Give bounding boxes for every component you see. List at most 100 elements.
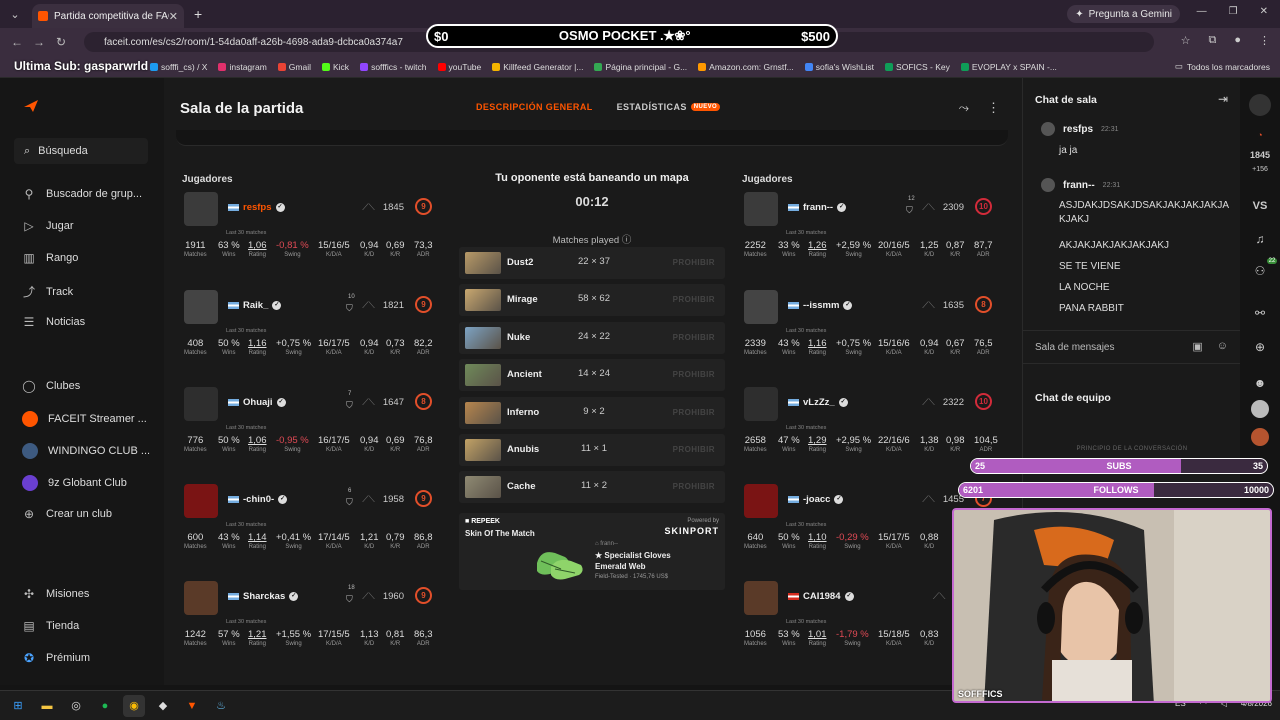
user-icon[interactable]: ☻ [1240, 376, 1280, 390]
search-button[interactable]: ⌕ Búsqueda [14, 138, 148, 164]
player-card[interactable]: --issmm ✓ ⟋⟍ 1635 8 Last 30 matches 2339 Matche… [740, 288, 1002, 372]
map-row-ancient[interactable]: Ancient 14 × 24 PROHIBIR [459, 359, 725, 392]
map-row-dust2[interactable]: Dust2 22 × 37 PROHIBIR [459, 247, 725, 279]
party-icon[interactable]: ⚇ [1240, 264, 1280, 278]
friends-icon[interactable]: ⚯ [1240, 306, 1280, 320]
menu-kebab-icon[interactable]: ⋮ [1259, 34, 1270, 47]
ban-map-button[interactable]: PROHIBIR [673, 370, 715, 379]
faceit-logo-icon[interactable] [24, 100, 38, 112]
bookmark-star-icon[interactable]: ☆ [1181, 34, 1191, 47]
player-card[interactable]: Ohuaji ✓ 7 ⛉ ⟋⟍ 1647 8 Last 30 matches 776 Matche… [180, 385, 442, 469]
player-name[interactable]: CAI1984 ✓ [788, 591, 854, 602]
player-name[interactable]: resfps ✓ [228, 202, 285, 213]
map-row-nuke[interactable]: Nuke 24 × 22 PROHIBIR [459, 321, 725, 354]
nav-clubs[interactable]: ◯ Clubes [22, 379, 80, 393]
map-row-mirage[interactable]: Mirage 58 × 62 PROHIBIR [459, 284, 725, 317]
club-9z[interactable]: 9z Globant Club [22, 475, 127, 491]
player-name[interactable]: Ohuaji ✓ [228, 397, 286, 408]
gemini-button[interactable]: ✦ Pregunta a Gemini [1067, 5, 1180, 23]
nav-play[interactable]: ▷ Jugar [22, 219, 73, 233]
player-name[interactable]: -joacc ✓ [788, 494, 844, 505]
app-icon[interactable]: ◆ [152, 695, 174, 717]
emoji-icon[interactable]: ☺ [1217, 340, 1228, 353]
bookmark-item[interactable]: Página principal - G... [594, 62, 687, 72]
player-card[interactable]: -chin0- ✓ 6 ⛉ ⟋⟍ 1958 9 Last 30 matches 600 Match… [180, 482, 442, 566]
avatar[interactable] [1240, 94, 1280, 118]
reload-icon[interactable]: ↻ [50, 35, 72, 49]
map-row-inferno[interactable]: Inferno 9 × 2 PROHIBIR [459, 396, 725, 429]
skin-of-match-card[interactable]: ■ REPEEK Skin Of The Match Powered by SK… [459, 513, 725, 590]
share-icon[interactable]: ⤳ [959, 100, 969, 116]
rail-vs[interactable]: VS [1240, 200, 1280, 212]
nav-track[interactable]: ⤴ Track [22, 283, 73, 300]
more-icon[interactable]: ⋮ [987, 100, 1000, 116]
player-card[interactable]: Raik_ ✓ 10 ⛉ ⟋⟍ 1821 9 Last 30 matches 408 Matche… [180, 288, 442, 372]
ban-map-button[interactable]: PROHIBIR [673, 408, 715, 417]
extensions-icon[interactable]: ⧉ [1208, 34, 1216, 47]
file-explorer-icon[interactable]: ▬ [36, 695, 58, 717]
browser-tab[interactable]: Partida competitiva de FACEIT ✕ [32, 4, 184, 28]
nav-create-club[interactable]: ⊕ Crear un club [22, 507, 112, 521]
ban-map-button[interactable]: PROHIBIR [673, 333, 715, 342]
all-bookmarks[interactable]: ▭ Todos los marcadores [1175, 61, 1270, 72]
ban-map-button[interactable]: PROHIBIR [673, 258, 715, 267]
bookmark-item[interactable]: youTube [437, 62, 481, 72]
steam-icon[interactable]: ♨ [210, 695, 232, 717]
ban-map-button[interactable]: PROHIBIR [673, 482, 715, 491]
tab-list-icon[interactable]: ⌄ [4, 3, 26, 25]
ban-map-button[interactable]: PROHIBIR [673, 295, 715, 304]
player-name[interactable]: Raik_ ✓ [228, 300, 282, 311]
back-icon[interactable]: ← [6, 35, 28, 49]
player-name[interactable]: -chin0- ✓ [228, 494, 288, 505]
obs-icon[interactable]: ◎ [65, 695, 87, 717]
close-tab-icon[interactable]: ✕ [169, 10, 178, 23]
image-icon[interactable]: ▣ [1192, 340, 1202, 353]
bookmark-item[interactable]: Killfeed Generator |... [492, 62, 583, 72]
nav-missions[interactable]: ✣ Misiones [22, 587, 89, 601]
bookmark-item[interactable]: sofia's WishList [804, 62, 874, 72]
spotify-icon[interactable]: ● [94, 695, 116, 717]
bookmark-item[interactable]: instagram [218, 62, 267, 72]
windows-start-icon[interactable]: ⊞ [7, 695, 29, 717]
player-card[interactable]: Sharckas ✓ 18 ⛉ ⟋⟍ 1960 9 Last 30 matches 1242 Ma… [180, 579, 442, 663]
bookmark-item[interactable]: EVOPLAY x SPAIN -... [960, 62, 1057, 72]
map-row-cache[interactable]: Cache 11 × 2 PROHIBIR [459, 471, 725, 504]
player-card[interactable]: vLzZz_ ✓ ⟋⟍ 2322 10 Last 30 matches 2658 Matche… [740, 385, 1002, 469]
minimize-icon[interactable]: — [1197, 6, 1207, 17]
maximize-icon[interactable]: ❐ [1229, 6, 1238, 17]
chat-username[interactable]: resfps [1063, 124, 1093, 135]
bookmark-item[interactable]: Amazon.com: Grnstf... [698, 62, 794, 72]
player-name[interactable]: --issmm ✓ [788, 300, 853, 311]
tab-stats[interactable]: ESTADÍSTICAS NUEVO [617, 102, 721, 112]
collapse-chat-icon[interactable]: ⇥ [1218, 92, 1228, 106]
bookmark-item[interactable]: sofffics - twitch [360, 62, 427, 72]
forward-icon[interactable]: → [28, 35, 50, 49]
player-name[interactable]: vLzZz_ ✓ [788, 397, 848, 408]
nav-premium[interactable]: ✪ Prémium [22, 651, 90, 665]
avatar[interactable] [1240, 400, 1280, 420]
info-icon[interactable]: ⓘ [622, 235, 632, 246]
profile-icon[interactable]: ● [1234, 34, 1241, 47]
bookmark-item[interactable]: sofffi_cs) / X [150, 62, 207, 72]
club-faceit-streamer[interactable]: FACEIT Streamer ... [22, 411, 147, 427]
bookmark-item[interactable]: SOFICS - Key [885, 62, 950, 72]
bookmark-item[interactable]: Kick [322, 62, 349, 72]
nav-news[interactable]: ☰ Noticias [22, 315, 86, 329]
add-icon[interactable]: ⊕ [1240, 340, 1280, 354]
tab-overview[interactable]: DESCRIPCIÓN GENERAL [476, 102, 593, 112]
ban-map-button[interactable]: PROHIBIR [673, 445, 715, 454]
nav-ranking[interactable]: ▥ Rango [22, 251, 78, 265]
nav-shop[interactable]: ▤ Tienda [22, 619, 79, 633]
new-tab-icon[interactable]: + [194, 6, 202, 22]
club-windingo[interactable]: WINDINGO CLUB ... [22, 443, 150, 459]
bookmark-item[interactable]: Gmail [277, 62, 311, 72]
faceit-app-icon[interactable]: ▼ [181, 695, 203, 717]
map-row-anubis[interactable]: Anubis 11 × 1 PROHIBIR [459, 434, 725, 466]
avatar[interactable] [1240, 428, 1280, 448]
player-card[interactable]: resfps ✓ ⟋⟍ 1845 9 Last 30 matches 1911 Matches… [180, 190, 442, 274]
player-name[interactable]: frann-- ✓ [788, 202, 847, 213]
close-window-icon[interactable]: ✕ [1260, 6, 1268, 17]
nav-group-search[interactable]: ⚲ Buscador de grup... [22, 187, 142, 201]
bell-icon[interactable]: ♫ [1240, 232, 1280, 246]
chrome-icon[interactable]: ◉ [123, 694, 145, 717]
